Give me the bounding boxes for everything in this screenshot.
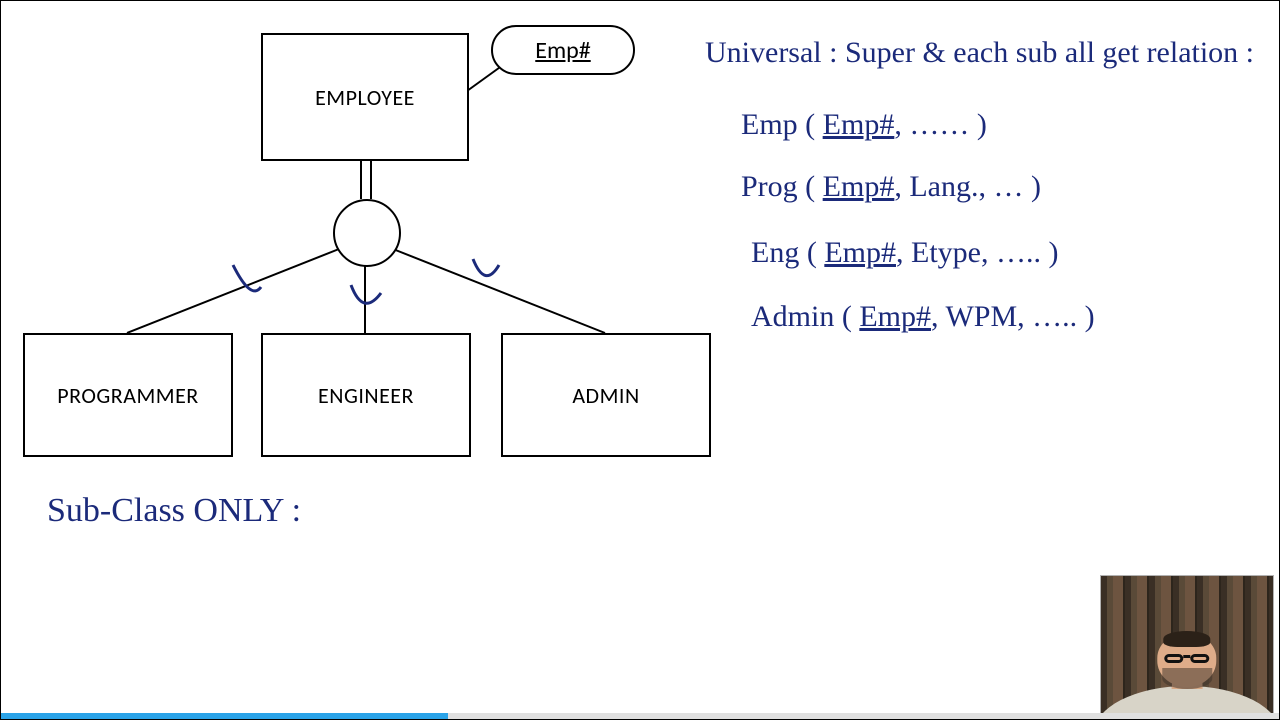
note-universal-header: Universal : Super & each sub all get rel… [705, 37, 1254, 69]
note-subclass-only: Sub-Class ONLY : [47, 493, 301, 529]
entity-engineer-label: ENGINEER [318, 382, 414, 409]
presenter-silhouette [1132, 617, 1242, 716]
entity-employee: EMPLOYEE [261, 33, 469, 161]
attr-emp-number-label: Emp# [535, 36, 590, 65]
entity-programmer-label: PROGRAMMER [57, 382, 199, 409]
note-rel-eng: Eng ( Emp#, Etype, ….. ) [751, 237, 1058, 269]
webcam-overlay [1101, 576, 1273, 716]
entity-programmer: PROGRAMMER [23, 333, 233, 457]
entity-employee-label: EMPLOYEE [315, 84, 415, 111]
whiteboard-frame: EMPLOYEE Emp# PROGRAMMER ENGINEER ADMIN … [0, 0, 1280, 720]
video-progress-fill [1, 713, 448, 719]
entity-engineer: ENGINEER [261, 333, 471, 457]
note-rel-admin: Admin ( Emp#, WPM, ….. ) [751, 301, 1095, 333]
video-progress-bar[interactable] [1, 713, 1279, 719]
entity-admin: ADMIN [501, 333, 711, 457]
note-rel-emp: Emp ( Emp#, …… ) [741, 109, 987, 141]
specialization-circle [333, 199, 401, 267]
entity-admin-label: ADMIN [572, 382, 639, 409]
attr-emp-number: Emp# [491, 25, 635, 75]
note-rel-prog: Prog ( Emp#, Lang., … ) [741, 171, 1041, 203]
